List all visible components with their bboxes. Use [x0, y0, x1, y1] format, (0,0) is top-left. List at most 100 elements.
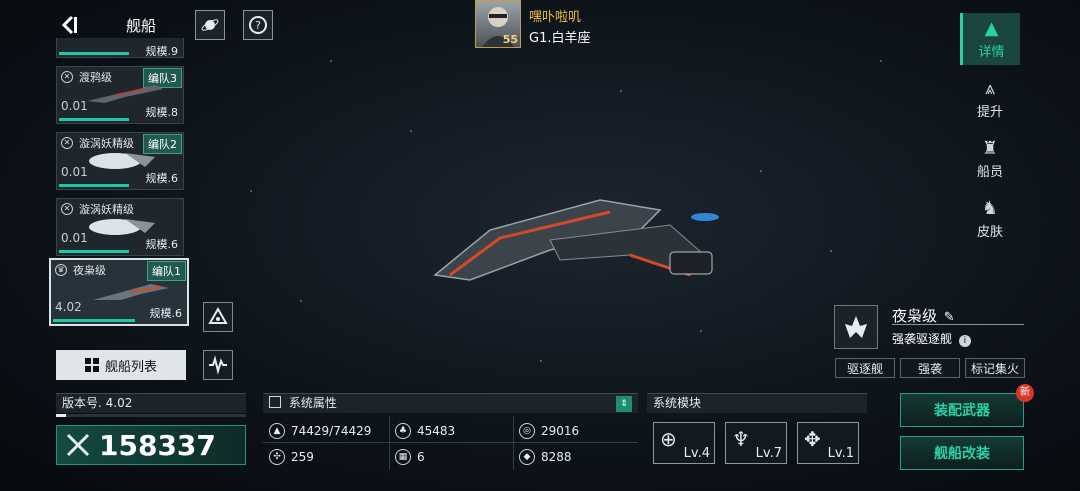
attr-armor-value: 45483 [417, 424, 456, 438]
attr-speed-value: 259 [291, 450, 314, 464]
ship-card-vortex-1[interactable]: ✕ 漩涡妖精级 编队2 0.01 规模.6 [56, 132, 184, 190]
ship-name-text: 夜枭级 [892, 307, 938, 325]
module-level: Lv.4 [683, 446, 710, 461]
attributes-icon [269, 396, 281, 408]
equip-weapons-button[interactable]: 装配武器 [900, 393, 1024, 427]
info-icon[interactable]: i [958, 335, 971, 347]
divider [389, 416, 390, 470]
attr-shield: ◎ 29016 [519, 418, 579, 444]
ship-thumbnail-icon [93, 284, 169, 300]
card-scale: 规模.6 [149, 307, 183, 320]
planet-button[interactable] [195, 10, 225, 40]
divider [263, 442, 638, 443]
ship-list-button[interactable]: 舰船列表 [56, 350, 186, 380]
ship-thumbnail-icon [87, 85, 163, 103]
help-icon: ? [249, 16, 267, 34]
page-title: 舰船 [126, 17, 157, 35]
divider [892, 324, 1024, 325]
ship-card-partial[interactable]: 规模.9 [56, 38, 184, 58]
stats-button[interactable] [203, 350, 233, 380]
card-percent: 0.01 [61, 231, 88, 245]
card-progress-bar [59, 52, 129, 55]
waveform-icon [209, 355, 227, 375]
upgrade-icon: ⩓ [984, 78, 996, 99]
ship-name[interactable]: 夜枭级 ✎ [892, 305, 955, 326]
module-slot-2[interactable]: ♆ Lv.7 [725, 422, 787, 464]
shield-icon: ◎ [519, 423, 535, 439]
attribute-grid: ▲ 74429/74429 ♣ 45483 ◎ 29016 ✣ 259 ▦ 6 ◆ 8288 [263, 416, 638, 470]
ship-type-icon: ✕ [61, 137, 73, 149]
ship-card-name: 夜枭级 [73, 264, 106, 277]
system-attributes-title: 系统属性 [288, 396, 337, 410]
ship-thumbnail-icon [89, 219, 155, 235]
back-button[interactable] [58, 14, 80, 36]
edit-icon[interactable]: ✎ [944, 310, 955, 325]
attr-slots: ▦ 6 [395, 444, 425, 470]
tag-mark-focus-fire: 标记集火 [965, 358, 1025, 378]
crew-icon: ♜ [981, 138, 999, 159]
card-percent: 0.01 [61, 99, 88, 113]
module-slot-3[interactable]: ✥ Lv.1 [797, 422, 859, 464]
attr-armor: ♣ 45483 [395, 418, 455, 444]
commander-location: G1.白羊座 [529, 31, 591, 46]
module-level: Lv.1 [827, 446, 854, 461]
card-scale: 规模.8 [145, 106, 179, 119]
ship-model[interactable] [430, 180, 730, 300]
tab-upgrade-label: 提升 [976, 105, 1003, 120]
attr-shield-value: 29016 [541, 424, 580, 438]
energy-icon: ◆ [519, 449, 535, 465]
ship-class-text: 强袭驱逐舰 [892, 332, 953, 346]
tab-skin[interactable]: ♞ 皮肤 [960, 193, 1020, 245]
attr-slots-value: 6 [417, 450, 425, 464]
tag-destroyer: 驱逐舰 [835, 358, 895, 378]
card-progress-bar [59, 118, 129, 121]
combat-power: 158337 [56, 425, 246, 465]
tab-details[interactable]: ▲ 详情 [960, 13, 1020, 65]
card-scale: 规模.6 [145, 238, 179, 251]
speed-icon: ✣ [269, 449, 285, 465]
commander-name: 嘿卟啦叽 [529, 10, 582, 25]
version-progress-fill [56, 414, 66, 417]
ship-card-raven[interactable]: ✕ 渡鸦级 编队3 0.01 规模.8 [56, 66, 184, 124]
system-attributes-header[interactable]: 系统属性 ⇕ [263, 393, 638, 413]
system-modules-header: 系统模块 [647, 393, 867, 413]
version-progress-track [56, 414, 246, 417]
commander-avatar[interactable]: 55 [475, 0, 521, 48]
ship-class-emblem [834, 305, 878, 349]
module-level: Lv.7 [755, 446, 782, 461]
details-icon: ▲ [984, 18, 999, 39]
missile-module-icon: ♆ [732, 427, 750, 451]
attr-durability-value: 74429/74429 [291, 424, 372, 438]
ship-class: 强袭驱逐舰 i [892, 330, 971, 347]
crossed-swords-icon [66, 433, 90, 457]
card-percent: 4.02 [55, 300, 82, 314]
tab-details-label: 详情 [978, 45, 1005, 60]
card-scale: 规模.9 [145, 45, 179, 58]
help-button[interactable]: ? [243, 10, 273, 40]
planet-icon [201, 19, 219, 31]
module-slot-1[interactable]: ⊕ Lv.4 [653, 422, 715, 464]
combat-power-value: 158337 [99, 428, 216, 462]
durability-icon: ▲ [269, 423, 285, 439]
new-badge: 新 [1016, 384, 1034, 402]
ship-list-label: 舰船列表 [104, 359, 157, 375]
card-progress-bar [59, 184, 129, 187]
ship-card-vortex-2[interactable]: ✕ 漩涡妖精级 0.01 规模.6 [56, 198, 184, 256]
expand-toggle-icon[interactable]: ⇕ [616, 396, 632, 412]
card-scale: 规模.6 [145, 172, 179, 185]
nighthawk-emblem-icon [845, 316, 867, 338]
ship-card-nighthawk-selected[interactable]: ♛ 夜枭级 编队1 4.02 规模.6 [49, 258, 189, 326]
ship-type-icon: ✕ [61, 203, 73, 215]
attr-energy: ◆ 8288 [519, 444, 572, 470]
fleet-emblem-icon [208, 307, 228, 324]
fleet-filter-button[interactable] [203, 302, 233, 332]
ship-type-icon: ✕ [61, 71, 73, 83]
tab-upgrade[interactable]: ⩓ 提升 [960, 73, 1020, 125]
skin-icon: ♞ [981, 198, 999, 219]
ship-modify-button[interactable]: 舰船改装 [900, 436, 1024, 470]
tab-crew[interactable]: ♜ 船员 [960, 133, 1020, 185]
commander-level: 55 [502, 33, 518, 46]
tab-skin-label: 皮肤 [976, 225, 1003, 240]
slots-icon: ▦ [395, 449, 411, 465]
version-label: 版本号. 4.02 [56, 393, 246, 413]
